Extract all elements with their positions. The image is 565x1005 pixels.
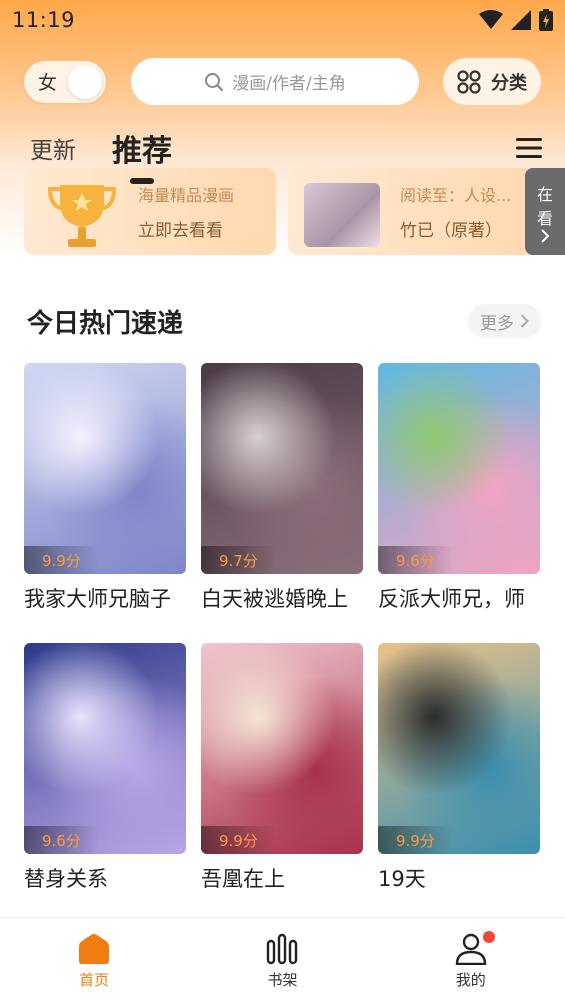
comic-card[interactable]: 9.7分 白天被逃婚晚上 bbox=[201, 363, 363, 643]
gender-toggle[interactable]: 女 bbox=[24, 60, 106, 103]
comic-cover: 9.9分 bbox=[378, 643, 540, 854]
comic-card[interactable]: 9.9分 吾凰在上 bbox=[201, 643, 363, 923]
section-title: 今日热门速递 bbox=[27, 308, 184, 339]
nav-label: 首页 bbox=[79, 971, 110, 989]
tab-text-line: 看 bbox=[536, 208, 553, 228]
comic-score: 9.6分 bbox=[24, 826, 99, 854]
cover-artwork bbox=[24, 363, 186, 574]
comic-card[interactable]: 9.9分 我家大师兄脑子 bbox=[24, 363, 186, 643]
comic-cover: 9.6分 bbox=[24, 643, 186, 854]
cover-artwork bbox=[24, 643, 186, 854]
cover-artwork bbox=[378, 643, 540, 854]
bottom-navigation: 首页 书架 我的 bbox=[0, 917, 565, 1005]
wifi-icon bbox=[479, 10, 503, 29]
banner-subtitle: 阅读至：人设... bbox=[400, 186, 512, 205]
nav-bookshelf[interactable]: 书架 bbox=[222, 933, 342, 990]
category-label: 分类 bbox=[491, 72, 527, 94]
tab-recommend[interactable]: 推荐 bbox=[112, 126, 172, 184]
tab-label: 更新 bbox=[30, 138, 76, 164]
chevron-right-icon bbox=[520, 314, 529, 328]
tab-label: 推荐 bbox=[112, 134, 172, 169]
status-icons bbox=[479, 9, 553, 31]
tab-text-line: 在 bbox=[536, 184, 553, 204]
comic-card[interactable]: 9.6分 替身关系 bbox=[24, 643, 186, 923]
notification-badge bbox=[482, 931, 495, 943]
status-bar: 11:19 bbox=[0, 0, 565, 40]
banner-text: 海量精品漫画 立即去看看 bbox=[138, 182, 234, 241]
search-input[interactable]: 漫画/作者/主角 bbox=[131, 58, 419, 105]
continue-reading-tab[interactable]: 在 看 bbox=[525, 168, 565, 255]
comic-title: 替身关系 bbox=[24, 867, 108, 891]
comic-title: 白天被逃婚晚上 bbox=[201, 587, 348, 611]
comic-card[interactable]: 9.9分 19天 bbox=[378, 643, 540, 923]
nav-profile[interactable]: 我的 bbox=[411, 931, 531, 990]
banner-text: 阅读至：人设... 竹已（原著） bbox=[400, 182, 511, 241]
content-tabs: 更新 推荐 bbox=[30, 118, 542, 184]
cover-artwork bbox=[378, 363, 540, 574]
more-label: 更多 bbox=[480, 313, 514, 334]
section-header: 今日热门速递 更多 bbox=[27, 300, 541, 342]
comic-score: 9.6分 bbox=[378, 546, 453, 574]
comic-title: 反派大师兄，师 bbox=[378, 587, 525, 611]
cover-artwork bbox=[201, 643, 363, 854]
comic-score: 9.9分 bbox=[201, 826, 276, 854]
comic-cover: 9.9分 bbox=[201, 643, 363, 854]
home-icon bbox=[79, 934, 110, 964]
comic-card[interactable]: 9.6分 反派大师兄，师 bbox=[378, 363, 540, 643]
comic-score: 9.9分 bbox=[24, 546, 99, 574]
trophy-icon bbox=[47, 184, 117, 247]
toggle-knob bbox=[68, 64, 102, 99]
status-time: 11:19 bbox=[12, 8, 76, 32]
tab-active-indicator bbox=[130, 178, 154, 184]
banner-cover-image bbox=[304, 182, 380, 247]
search-icon bbox=[205, 72, 224, 91]
nav-label: 我的 bbox=[455, 971, 486, 989]
comic-title: 我家大师兄脑子 bbox=[24, 587, 171, 611]
comic-cover: 9.9分 bbox=[24, 363, 186, 574]
comic-title: 吾凰在上 bbox=[201, 867, 285, 891]
comic-score: 9.9分 bbox=[378, 826, 453, 854]
comic-score: 9.7分 bbox=[201, 546, 276, 574]
top-toolbar: 女 漫画/作者/主角 分类 bbox=[24, 58, 541, 105]
menu-icon[interactable] bbox=[516, 137, 542, 159]
signal-icon bbox=[511, 10, 531, 30]
more-button[interactable]: 更多 bbox=[468, 304, 541, 338]
nav-label: 书架 bbox=[267, 971, 298, 989]
comic-grid: 9.9分 我家大师兄脑子 9.7分 白天被逃婚晚上 9.6分 反派大师兄，师 9… bbox=[24, 363, 541, 923]
banner-continue-reading[interactable]: 阅读至：人设... 竹已（原著） bbox=[288, 168, 540, 255]
user-icon bbox=[455, 933, 487, 965]
comic-title: 19天 bbox=[378, 867, 426, 891]
bookshelf-icon bbox=[267, 933, 298, 965]
nav-home[interactable]: 首页 bbox=[34, 933, 154, 990]
banner-carousel: 海量精品漫画 立即去看看 阅读至：人设... 竹已（原著） bbox=[24, 168, 565, 255]
battery-icon bbox=[539, 9, 553, 31]
gender-label: 女 bbox=[38, 72, 58, 94]
banner-subtitle: 海量精品漫画 bbox=[138, 186, 235, 205]
category-button[interactable]: 分类 bbox=[443, 58, 541, 105]
banner-link: 立即去看看 bbox=[138, 221, 223, 241]
chevron-right-icon bbox=[541, 228, 550, 243]
banner-link: 竹已（原著） bbox=[400, 221, 502, 241]
search-placeholder: 漫画/作者/主角 bbox=[232, 74, 346, 94]
tab-update[interactable]: 更新 bbox=[30, 131, 76, 165]
comic-cover: 9.7分 bbox=[201, 363, 363, 574]
grid-icon bbox=[457, 69, 481, 94]
cover-artwork bbox=[201, 363, 363, 574]
comic-cover: 9.6分 bbox=[378, 363, 540, 574]
